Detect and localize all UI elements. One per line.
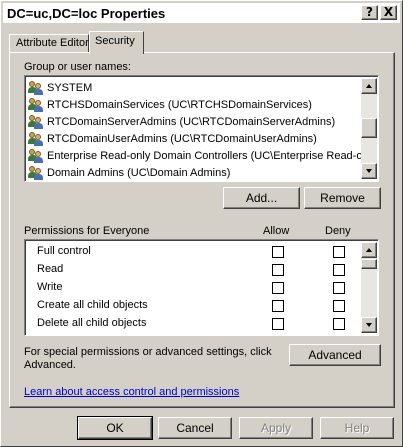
cancel-button[interactable]: Cancel	[158, 417, 232, 439]
user-name: Domain Admins (UC\Domain Admins)	[47, 166, 231, 179]
scroll-thumb[interactable]	[361, 118, 377, 138]
remove-button[interactable]: Remove	[304, 187, 381, 209]
deny-checkbox[interactable]	[333, 246, 345, 258]
allow-checkbox[interactable]	[272, 300, 284, 312]
user-group-icon	[28, 165, 44, 180]
scroll-down-arrow-icon[interactable]	[361, 163, 377, 179]
special-permissions-text: For special permissions or advanced sett…	[24, 346, 272, 358]
add-button[interactable]: Add...	[223, 187, 300, 209]
scroll-down-arrow-icon[interactable]	[361, 317, 377, 333]
allow-checkbox[interactable]	[272, 264, 284, 276]
permissions-list[interactable]: Full control Read Write Create all child…	[24, 239, 379, 336]
deny-checkbox[interactable]	[333, 318, 345, 330]
permission-name: Full control	[37, 245, 91, 257]
list-item[interactable]: RTCDomainUserAdmins (UC\RTCDomainUserAdm…	[28, 130, 317, 147]
help-title-button[interactable]: ?	[361, 5, 378, 20]
help-button: Help	[320, 417, 394, 439]
window-title: DC=uc,DC=loc Properties	[7, 5, 166, 21]
permission-name: Read	[37, 263, 64, 275]
scroll-up-arrow-icon[interactable]	[361, 242, 377, 258]
ok-button[interactable]: OK	[77, 416, 153, 440]
title-bar[interactable]: DC=uc,DC=loc Properties ? X	[3, 3, 400, 23]
user-group-icon	[28, 97, 44, 112]
advanced-button[interactable]: Advanced	[289, 344, 381, 366]
user-group-icon	[28, 114, 44, 129]
list-item[interactable]: RTCHSDomainServices (UC\RTCHSDomainServi…	[28, 96, 312, 113]
user-name: RTCHSDomainServices (UC\RTCHSDomainServi…	[47, 98, 312, 111]
permission-row: Create all child objects	[27, 297, 367, 315]
group-or-user-names-label: Group or user names:	[24, 61, 131, 73]
permissions-for-label: Permissions for Everyone	[24, 225, 150, 237]
permissions-scrollbar[interactable]	[361, 242, 377, 333]
permission-row: Read	[27, 261, 367, 279]
scroll-thumb[interactable]	[361, 259, 377, 269]
permission-row: Delete all child objects	[27, 315, 367, 333]
user-name: RTCDomainUserAdmins (UC\RTCDomainUserAdm…	[47, 132, 317, 145]
close-title-button[interactable]: X	[380, 5, 397, 20]
allow-column-header: Allow	[263, 225, 290, 237]
list-item[interactable]: Enterprise Read-only Domain Controllers …	[28, 147, 372, 164]
user-name: Enterprise Read-only Domain Controllers …	[47, 149, 372, 162]
user-list-scrollbar[interactable]	[361, 78, 377, 179]
permission-row: Full control	[27, 243, 367, 261]
allow-checkbox[interactable]	[272, 246, 284, 258]
permission-row: Write	[27, 279, 367, 297]
permission-name: Create all child objects	[37, 299, 148, 311]
permission-name: Write	[37, 281, 63, 293]
apply-button: Apply	[239, 417, 313, 439]
deny-checkbox[interactable]	[333, 264, 345, 276]
deny-checkbox[interactable]	[333, 282, 345, 294]
user-group-icon	[28, 80, 44, 95]
list-item[interactable]: RTCDomainServerAdmins (UC\RTCDomainServe…	[28, 113, 335, 130]
allow-checkbox[interactable]	[272, 282, 284, 294]
deny-column-header: Deny	[325, 225, 351, 237]
tab-attribute-editor[interactable]: Attribute Editor	[9, 34, 89, 53]
tab-security[interactable]: Security	[89, 31, 144, 54]
user-name: RTCDomainServerAdmins (UC\RTCDomainServe…	[47, 115, 336, 128]
user-group-icon	[28, 131, 44, 146]
list-item[interactable]: Domain Admins (UC\Domain Admins)	[28, 164, 230, 181]
deny-checkbox[interactable]	[333, 300, 345, 312]
special-permissions-text-2: Advanced.	[24, 359, 76, 371]
security-panel: Group or user names: SYSTEM RTCHSDomainS…	[9, 52, 395, 408]
user-group-icon	[28, 148, 44, 163]
properties-dialog: DC=uc,DC=loc Properties ? X Attribute Ed…	[0, 0, 403, 447]
learn-access-control-link[interactable]: Learn about access control and permissio…	[24, 386, 239, 398]
user-name: SYSTEM	[47, 81, 93, 94]
scroll-up-arrow-icon[interactable]	[361, 78, 377, 94]
allow-checkbox[interactable]	[272, 318, 284, 330]
user-list[interactable]: SYSTEM RTCHSDomainServices (UC\RTCHSDoma…	[24, 75, 379, 182]
permission-name: Delete all child objects	[37, 317, 147, 329]
list-item[interactable]: SYSTEM	[28, 79, 92, 96]
